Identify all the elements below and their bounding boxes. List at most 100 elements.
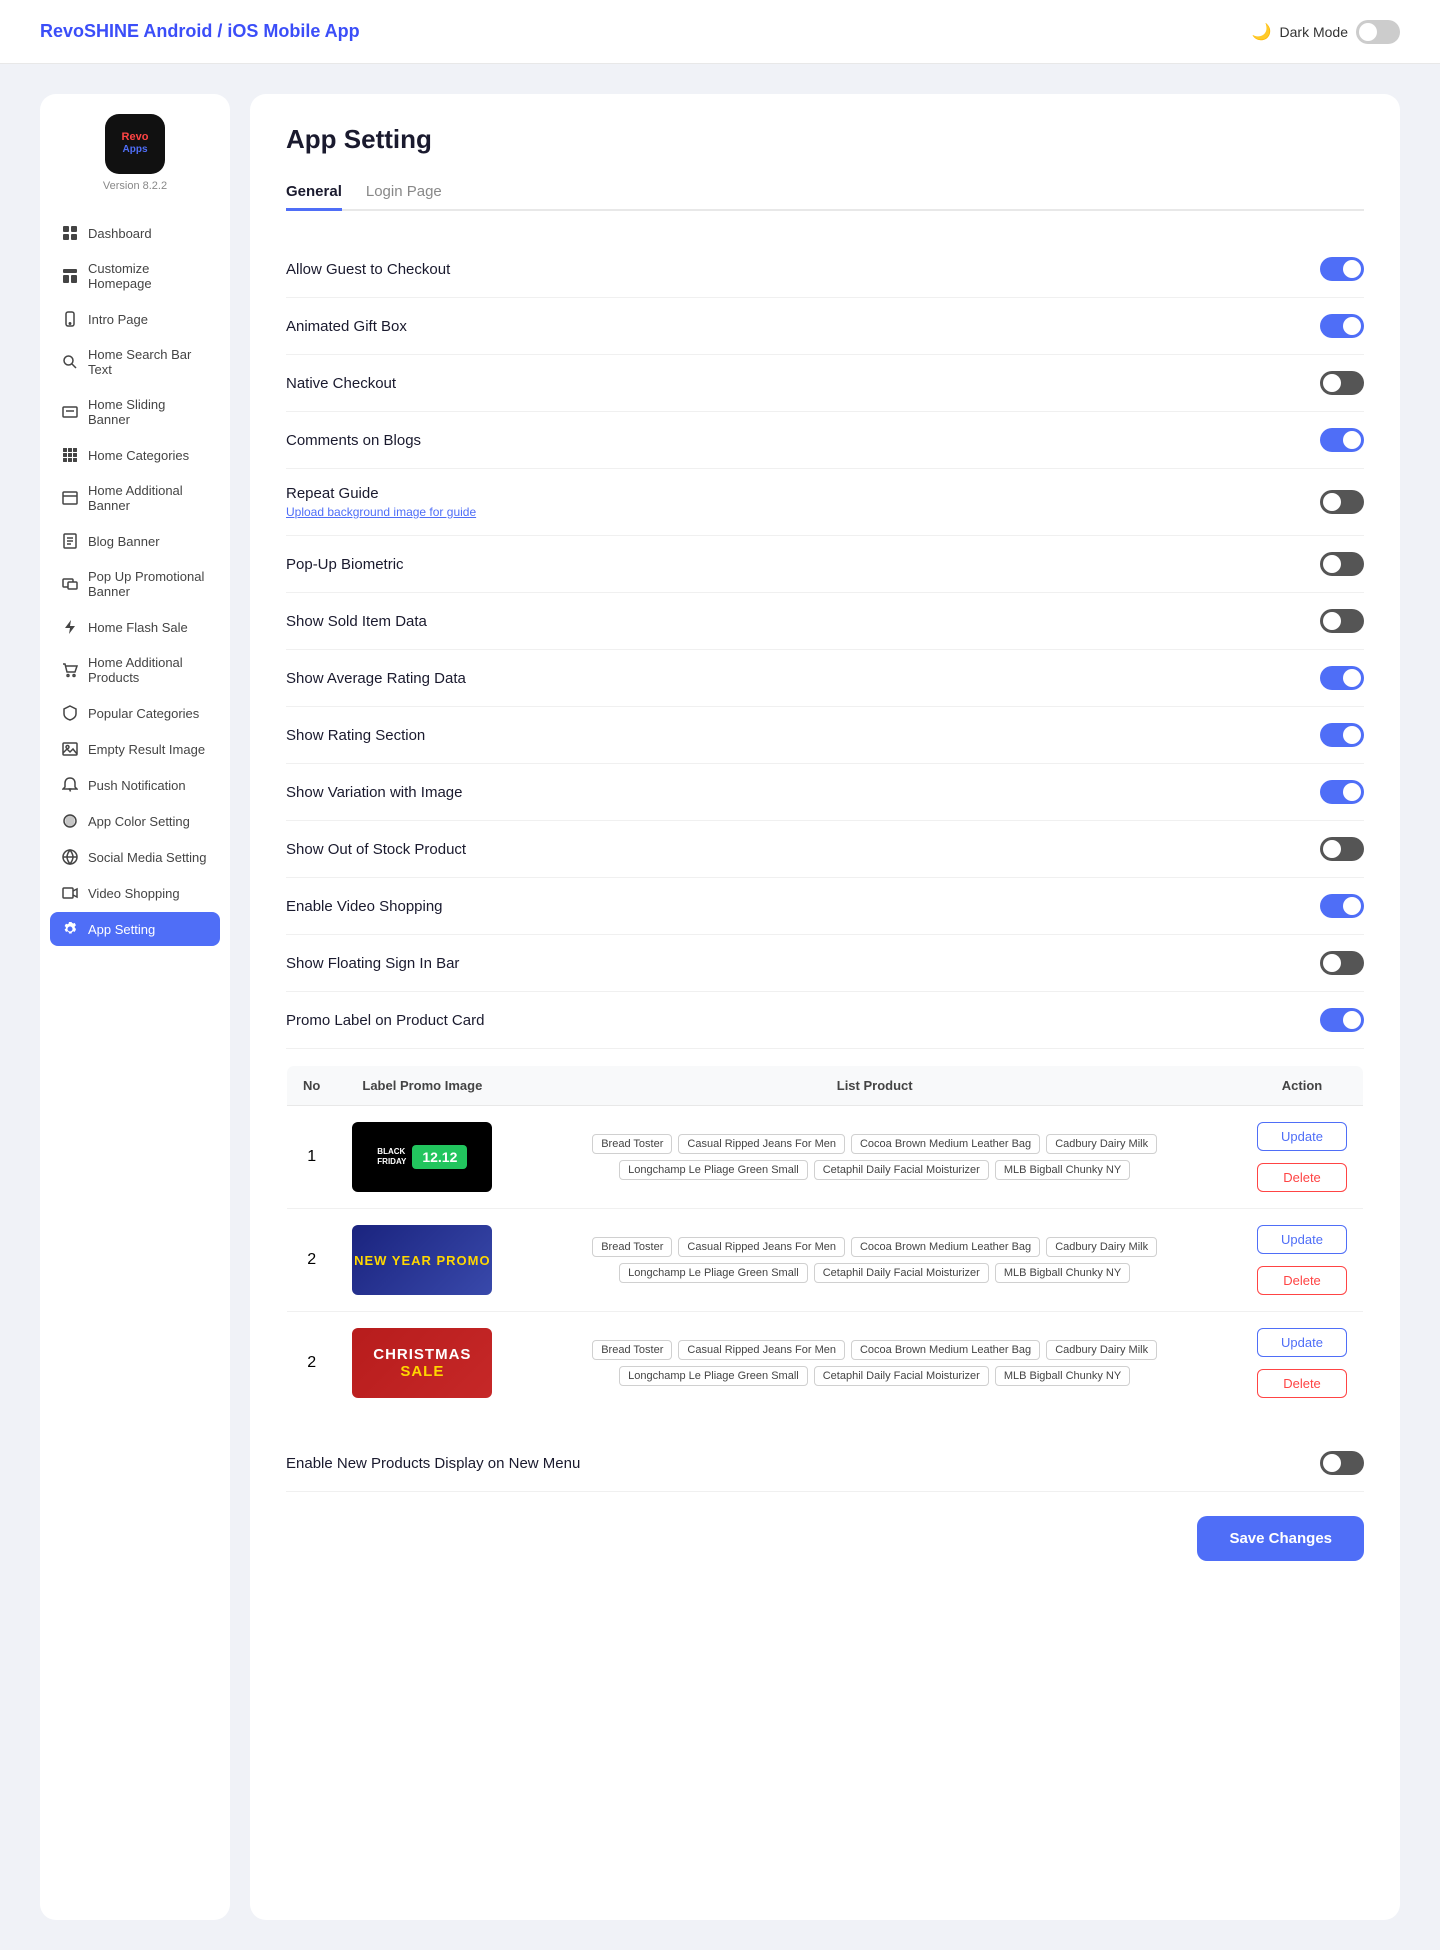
sidebar-label-push: Push Notification	[88, 778, 186, 793]
sidebar-item-social-media[interactable]: Social Media Setting	[50, 840, 220, 874]
setting-label-video: Enable Video Shopping	[286, 898, 443, 915]
delete-button-3[interactable]: Delete	[1257, 1369, 1347, 1398]
update-button-2[interactable]: Update	[1257, 1225, 1347, 1254]
sidebar-label-intro: Intro Page	[88, 312, 148, 327]
toggle-variation[interactable]	[1320, 780, 1364, 804]
grid-icon	[62, 225, 78, 241]
image-icon	[62, 741, 78, 757]
sidebar-item-home-search[interactable]: Home Search Bar Text	[50, 338, 220, 386]
setting-show-sold: Show Sold Item Data	[286, 593, 1364, 650]
sidebar-item-video[interactable]: Video Shopping	[50, 876, 220, 910]
sidebar: Revo Apps Version 8.2.2 Dashboard Custom…	[40, 94, 230, 1920]
sidebar-item-popular[interactable]: Popular Categories	[50, 696, 220, 730]
tab-general[interactable]: General	[286, 175, 342, 211]
globe-icon	[62, 849, 78, 865]
row-products-1: Bread Toster Casual Ripped Jeans For Men…	[508, 1106, 1241, 1209]
gear-icon	[62, 921, 78, 937]
delete-button-1[interactable]: Delete	[1257, 1163, 1347, 1192]
logo-version: Version 8.2.2	[103, 180, 167, 192]
setting-label-promo: Promo Label on Product Card	[286, 1012, 484, 1029]
toggle-video[interactable]	[1320, 894, 1364, 918]
delete-button-2[interactable]: Delete	[1257, 1266, 1347, 1295]
row-no: 2	[287, 1312, 337, 1415]
sidebar-item-categories[interactable]: Home Categories	[50, 438, 220, 472]
sidebar-label-popup: Pop Up Promotional Banner	[88, 569, 208, 599]
row-image-ny: NEW YEAR PROMO	[336, 1209, 508, 1312]
setting-sublabel-repeat-guide[interactable]: Upload background image for guide	[286, 505, 476, 519]
sidebar-label-app-setting: App Setting	[88, 922, 155, 937]
setting-label-repeat-guide: Repeat Guide	[286, 485, 476, 502]
flash-icon	[62, 619, 78, 635]
setting-new-products: Enable New Products Display on New Menu	[286, 1435, 1364, 1492]
sidebar-item-push-notification[interactable]: Push Notification	[50, 768, 220, 802]
sidebar-item-additional-products[interactable]: Home Additional Products	[50, 646, 220, 694]
setting-animated-gift: Animated Gift Box	[286, 298, 1364, 355]
toggle-sold[interactable]	[1320, 609, 1364, 633]
sidebar-label-additional-products: Home Additional Products	[88, 655, 208, 685]
sidebar-item-intro-page[interactable]: Intro Page	[50, 302, 220, 336]
row-products-3: Bread Toster Casual Ripped Jeans For Men…	[508, 1312, 1241, 1415]
setting-label-native-checkout: Native Checkout	[286, 375, 396, 392]
sidebar-label-sliding: Home Sliding Banner	[88, 397, 208, 427]
toggle-native-checkout[interactable]	[1320, 371, 1364, 395]
update-button-1[interactable]: Update	[1257, 1122, 1347, 1151]
toggle-rating[interactable]	[1320, 723, 1364, 747]
setting-floating-sign: Show Floating Sign In Bar	[286, 935, 1364, 992]
sidebar-item-blog-banner[interactable]: Blog Banner	[50, 524, 220, 558]
toggle-allow-guest[interactable]	[1320, 257, 1364, 281]
sidebar-label-search: Home Search Bar Text	[88, 347, 208, 377]
shield-icon	[62, 705, 78, 721]
update-button-3[interactable]: Update	[1257, 1328, 1347, 1357]
toggle-out-of-stock[interactable]	[1320, 837, 1364, 861]
sidebar-item-additional-banner[interactable]: Home Additional Banner	[50, 474, 220, 522]
toggle-avg-rating[interactable]	[1320, 666, 1364, 690]
setting-variation-image: Show Variation with Image	[286, 764, 1364, 821]
search-icon	[62, 354, 78, 370]
promo-table: No Label Promo Image List Product Action…	[286, 1065, 1364, 1415]
content-area: App Setting General Login Page Allow Gue…	[250, 94, 1400, 1920]
additional-banner-icon	[62, 490, 78, 506]
setting-comments-blogs: Comments on Blogs	[286, 412, 1364, 469]
sidebar-label-blog: Blog Banner	[88, 534, 160, 549]
toggle-comments[interactable]	[1320, 428, 1364, 452]
phone-icon	[62, 311, 78, 327]
tab-bar: General Login Page	[286, 175, 1364, 211]
toggle-new-products[interactable]	[1320, 1451, 1364, 1475]
save-changes-button[interactable]: Save Changes	[1197, 1516, 1364, 1561]
settings-list: Allow Guest to Checkout Animated Gift Bo…	[286, 241, 1364, 1049]
setting-out-of-stock: Show Out of Stock Product	[286, 821, 1364, 878]
toggle-promo[interactable]	[1320, 1008, 1364, 1032]
dark-mode-label: Dark Mode	[1280, 24, 1348, 40]
toggle-biometric[interactable]	[1320, 552, 1364, 576]
row-actions-3: Update Delete	[1241, 1312, 1364, 1415]
row-no: 1	[287, 1106, 337, 1209]
video-icon	[62, 885, 78, 901]
toggle-animated-gift[interactable]	[1320, 314, 1364, 338]
table-header-image: Label Promo Image	[336, 1066, 508, 1106]
sidebar-item-customize-homepage[interactable]: Customize Homepage	[50, 252, 220, 300]
sidebar-item-empty-result[interactable]: Empty Result Image	[50, 732, 220, 766]
table-row: 1 BLACK FRIDAY 12.12 Bread Toster	[287, 1106, 1364, 1209]
row-image-bf: BLACK FRIDAY 12.12	[336, 1106, 508, 1209]
sidebar-item-flash-sale[interactable]: Home Flash Sale	[50, 610, 220, 644]
toggle-repeat-guide[interactable]	[1320, 490, 1364, 514]
sidebar-item-dashboard[interactable]: Dashboard	[50, 216, 220, 250]
row-actions-2: Update Delete	[1241, 1209, 1364, 1312]
sidebar-label-video: Video Shopping	[88, 886, 180, 901]
sidebar-item-app-setting[interactable]: App Setting	[50, 912, 220, 946]
dark-mode-switch[interactable]	[1356, 20, 1400, 44]
sidebar-nav: Dashboard Customize Homepage Intro Page …	[50, 216, 220, 948]
row-no: 2	[287, 1209, 337, 1312]
toggle-floating[interactable]	[1320, 951, 1364, 975]
dark-mode-toggle[interactable]: 🌙 Dark Mode	[1252, 20, 1400, 44]
setting-label-allow-guest: Allow Guest to Checkout	[286, 261, 450, 278]
bell-icon	[62, 777, 78, 793]
logo-area: Revo Apps Version 8.2.2	[103, 114, 167, 192]
sidebar-item-sliding-banner[interactable]: Home Sliding Banner	[50, 388, 220, 436]
sidebar-label-additional-banner: Home Additional Banner	[88, 483, 208, 513]
cart-icon	[62, 662, 78, 678]
sidebar-item-color[interactable]: App Color Setting	[50, 804, 220, 838]
sidebar-label-dashboard: Dashboard	[88, 226, 152, 241]
sidebar-item-popup[interactable]: Pop Up Promotional Banner	[50, 560, 220, 608]
tab-login-page[interactable]: Login Page	[366, 175, 442, 211]
